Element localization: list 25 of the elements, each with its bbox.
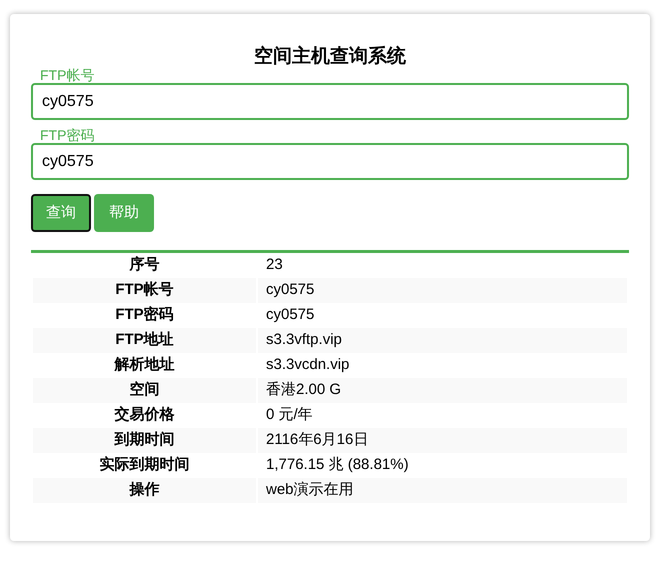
table-cell: cy0575 [258,278,627,303]
table-cell-text: 实际到期时间 [98,455,190,476]
table-cell-text: 23 [265,255,284,276]
table-cell-text: cy0575 [265,305,316,326]
table-cell: s3.3vftp.vip [258,328,627,353]
page-title: 空间主机查询系统 [253,46,407,68]
field-label: FTP帐号 [40,68,94,83]
table-cell-text: FTP密码 [114,305,175,326]
input-field[interactable]: cy0575 [31,83,629,120]
table-cell: 香港2.00 G [258,378,627,403]
table-cell-text: 解析地址 [113,355,176,376]
table-cell-text: s3.3vcdn.vip [265,355,350,376]
field-label: FTP密码 [40,128,94,143]
table-cell-text: 交易价格 [114,405,176,426]
table-cell-text: 序号 [128,255,160,276]
table-cell: web演示在用 [258,478,627,503]
input-field[interactable]: cy0575 [31,143,629,180]
table-cell-text: 1,776.15 兆 (88.81%) [265,455,410,476]
table-cell: 2116年6月16日 [258,428,627,453]
table-cell: FTP地址 [33,328,256,353]
table-cell: 到期时间 [33,428,256,453]
table-cell: 空间 [33,378,256,403]
table-cell: 操作 [33,478,256,503]
table-cell-text: 0 元/年 [265,405,314,426]
table-cell: FTP帐号 [33,278,256,303]
